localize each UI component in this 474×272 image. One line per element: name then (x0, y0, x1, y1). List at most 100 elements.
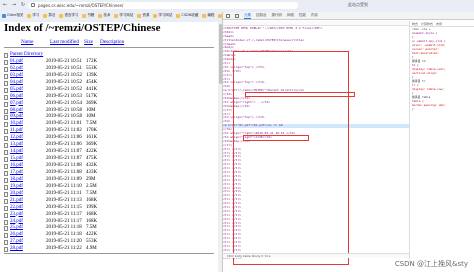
file-date: 2019-05-21 11:08 (46, 163, 82, 168)
file-size: 168K (86, 197, 98, 203)
list-item: 07.pdf 2019-05-21 10:54 369K (4, 101, 219, 108)
file-link[interactable]: 05.pdf (10, 87, 23, 94)
file-link[interactable]: 27.pdf (10, 239, 23, 246)
pdf-file-icon (4, 164, 8, 169)
file-link[interactable]: 22.pdf (10, 205, 23, 212)
sort-by-size-link[interactable]: Size (84, 39, 93, 45)
file-link[interactable]: 17.pdf (10, 170, 23, 177)
devtools-tab[interactable]: 性能 (299, 13, 306, 18)
inspect-icon[interactable] (226, 13, 230, 18)
bookmark-item[interactable]: 学习网站 (153, 13, 172, 18)
file-link[interactable]: 26.pdf (10, 232, 23, 239)
bookmark-item[interactable]: 学习 (27, 13, 39, 18)
bookmark-item[interactable]: 语言学习 (59, 13, 78, 18)
file-link[interactable]: 19.pdf (10, 184, 23, 191)
pdf-file-icon (4, 157, 8, 163)
bookmark-item[interactable]: 算法 (43, 13, 55, 18)
bookmark-item[interactable]: 学习网站 (114, 13, 133, 18)
pdf-file-icon (4, 66, 8, 72)
list-item: 04.pdf 2019-05-21 10:52 454K (4, 80, 219, 87)
file-link[interactable]: 23.pdf (10, 212, 23, 219)
styles-tab[interactable]: 样式 (412, 22, 418, 26)
bookmark-item[interactable]: 资源 (137, 13, 149, 18)
file-link[interactable]: 25.pdf (10, 225, 23, 232)
file-size: 139K (86, 72, 98, 78)
file-link[interactable]: 02.pdf (10, 66, 23, 73)
file-link[interactable]: 16.pdf (10, 163, 23, 170)
file-size: 517K (86, 93, 98, 99)
device-toggle-icon[interactable] (235, 13, 239, 18)
list-item: 18.pdf 2019-05-21 11:09 29M (4, 177, 219, 184)
bookmark-item[interactable]: Gitee相关 (2, 13, 23, 18)
file-link[interactable]: 06.pdf (10, 94, 23, 101)
forward-icon[interactable]: → (11, 2, 17, 8)
devtools-tab[interactable]: 控制台 (256, 13, 267, 18)
list-item: 09.pdf 2019-05-21 10:58 10M (4, 114, 219, 121)
file-link[interactable]: 07.pdf (10, 101, 23, 108)
site-info: 此站点受到 (348, 2, 368, 7)
file-date: 2019-05-21 11:08 (46, 169, 82, 175)
file-link[interactable]: 28.pdf (10, 246, 23, 253)
pdf-file-icon (4, 136, 8, 142)
list-item: 21.pdf 2019-05-21 11:13 168K (4, 198, 219, 205)
pdf-file-icon (4, 59, 8, 65)
file-link[interactable]: 12.pdf (10, 135, 23, 142)
styles-tab[interactable]: 计算样式 (421, 22, 433, 26)
file-date: 2019-05-21 10:51 (46, 65, 82, 71)
sort-by-name-link[interactable]: Name (21, 39, 33, 45)
file-size: 4.9M (86, 246, 97, 252)
file-date: 2019-05-21 11:06 (46, 142, 82, 148)
reload-icon[interactable]: ↻ (20, 2, 26, 8)
pdf-file-icon (4, 219, 8, 225)
sort-by-description-link[interactable]: Description (100, 39, 124, 45)
bookmark-item[interactable]: CSDN收藏 (176, 13, 198, 18)
file-date: 2019-05-21 10:54 (46, 100, 82, 106)
list-item: 16.pdf 2019-05-21 11:08 432K (4, 163, 219, 170)
parent-directory-link[interactable]: Parent Directory (10, 52, 43, 59)
file-date: 2019-05-21 11:17 (46, 218, 82, 224)
file-link[interactable]: 01.pdf (10, 59, 23, 66)
file-link[interactable]: 09.pdf (10, 114, 23, 121)
bookmark-label: 编程 (207, 13, 215, 17)
bookmark-item[interactable]: 技术 (98, 13, 110, 18)
back-icon[interactable]: ← (2, 2, 8, 8)
file-link[interactable]: 04.pdf (10, 80, 23, 87)
devtools-tab[interactable]: 内存 (311, 13, 318, 18)
devtools-tab[interactable]: 元素 (244, 13, 251, 19)
file-link[interactable]: 21.pdf (10, 198, 23, 205)
list-item: 28.pdf 2019-05-21 11:22 4.9M (4, 246, 219, 253)
bookmark-item[interactable]: 书籍 (82, 13, 94, 18)
highlight-file-link-box (243, 135, 309, 141)
styles-list: :hov .cls + element.style {} a:-webkit-any… (410, 27, 474, 111)
list-item: 22.pdf 2019-05-21 11:15 199K (4, 205, 219, 212)
file-size: 168K (86, 218, 98, 224)
file-size: 433K (86, 169, 98, 175)
bookmark-item[interactable]: 编程 (202, 13, 214, 18)
devtools-tab[interactable]: 源代码 (272, 13, 283, 18)
styles-pane: 样式 计算样式 布局 :hov .cls + element.style {} a:-w… (409, 21, 474, 265)
pdf-file-icon (4, 240, 8, 246)
styles-tab[interactable]: 布局 (436, 22, 442, 26)
devtools-tab[interactable]: 网络 (287, 13, 294, 18)
dom-breadcrumb[interactable]: html body table tbody tr td a (223, 253, 409, 258)
file-link[interactable]: 03.pdf (10, 73, 23, 80)
file-date: 2019-05-21 10:53 (46, 93, 82, 99)
file-link[interactable]: 13.pdf (10, 142, 23, 149)
file-link[interactable]: 15.pdf (10, 156, 23, 163)
divider (4, 47, 214, 48)
list-item: 20.pdf 2019-05-21 11:11 7.5M (4, 191, 219, 198)
file-link[interactable]: 11.pdf (10, 128, 23, 135)
file-link[interactable]: 18.pdf (10, 177, 23, 184)
sort-by-modified-link[interactable]: Last modified (50, 39, 79, 45)
file-link[interactable]: 20.pdf (10, 191, 23, 198)
file-size: 553K (86, 65, 98, 71)
file-link[interactable]: 10.pdf (10, 121, 23, 128)
devtools-panel: 元素 控制台 源代码 网络 性能 内存 <!DOCTYPE HTML PUBLIC "-/… (222, 12, 474, 272)
file-size: 432K (86, 163, 98, 168)
pdf-file-icon (4, 108, 8, 114)
file-link[interactable]: 08.pdf (10, 108, 23, 115)
file-link[interactable]: 14.pdf (10, 149, 23, 156)
address-bar[interactable]: pages.cs.wisc.edu/~remzi/OSTEP/Chinese/ (28, 2, 298, 9)
file-date: 2019-05-21 11:02 (46, 128, 82, 134)
file-link[interactable]: 24.pdf (10, 219, 23, 226)
